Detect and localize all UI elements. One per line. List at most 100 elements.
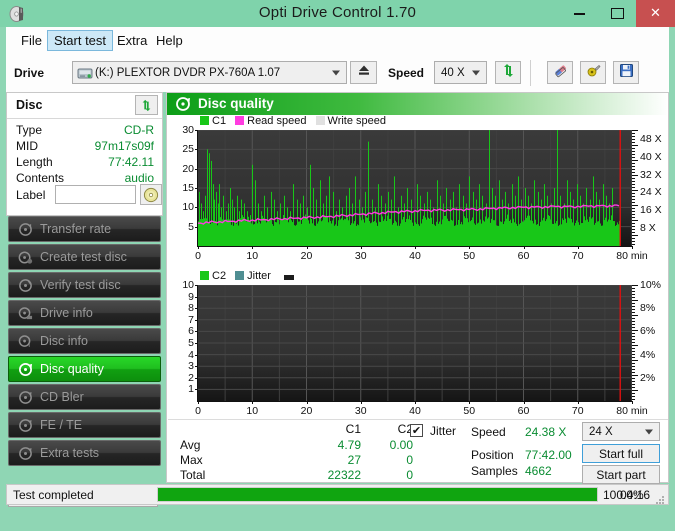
sidebar-item-disc-info[interactable]: i Disc info: [8, 328, 161, 354]
elapsed-time: 04:16: [619, 488, 650, 502]
disc-refresh-button[interactable]: [135, 95, 158, 115]
disc-label-input[interactable]: [55, 185, 136, 204]
close-button[interactable]: ✕: [636, 0, 675, 27]
sidebar-item-verify-test-disc[interactable]: Verify test disc: [8, 272, 161, 298]
start-part-button[interactable]: Start part: [582, 465, 660, 484]
chevron-down-icon: [645, 429, 653, 434]
c1-plot-area: [198, 130, 632, 246]
y-axis-tick-label: 10: [182, 201, 194, 214]
eraser-icon: [553, 63, 568, 83]
disc-quality-icon: [17, 361, 33, 377]
legend-label-write-speed: Write speed: [327, 115, 387, 127]
x-axis-tick-label: 80 min: [616, 405, 648, 417]
sidebar-item-label: Verify test disc: [40, 278, 121, 292]
jitter-checkbox[interactable]: ✔: [410, 424, 423, 437]
disc-quality-header: Disc quality: [167, 93, 668, 115]
status-bar: Test completed 100.0% 04:16: [6, 484, 669, 505]
y-axis-line: [197, 285, 198, 402]
sidebar-item-label: Transfer rate: [40, 222, 112, 236]
x-axis-tick-label: 60: [517, 405, 530, 417]
sidebar-item-cd-bler[interactable]: CD Bler: [8, 384, 161, 410]
stats-panel: C1 C2 Avg 4.79 0.00 Max 27 0 Total 22322…: [168, 419, 668, 484]
right-axis-tick-label: 10%: [640, 279, 662, 291]
menu-item-help[interactable]: Help: [149, 31, 190, 50]
disc-label-row: Label: [7, 183, 162, 209]
c2-plot-area: [198, 285, 632, 401]
sidebar-item-label: Disc quality: [40, 362, 104, 376]
minimize-button[interactable]: [560, 0, 598, 27]
drive-select[interactable]: (K:) PLEXTOR DVDR PX-760A 1.07: [72, 61, 347, 84]
c1-chart: C1 Read speed Write speed 5 10 15 20 25 30 0 10…: [167, 115, 668, 270]
resize-grip[interactable]: [655, 492, 665, 504]
sidebar-item-drive-info[interactable]: Drive info: [8, 300, 161, 326]
stats-row-avg-c1: 4.79: [337, 438, 361, 452]
y-axis-tick-label: 5: [188, 337, 194, 349]
disc-info-panel: Disc Type CD-R MID 97m17s09f Length 77:4…: [6, 92, 163, 216]
right-axis-tick-label: 8 X: [640, 222, 656, 235]
right-axis-tick-label: 2%: [640, 371, 656, 384]
erase-button[interactable]: [547, 61, 573, 84]
test-speed-select[interactable]: 24 X: [582, 422, 660, 441]
y-axis-tick-label: 8: [188, 302, 194, 315]
start-full-button[interactable]: Start full: [582, 444, 660, 463]
speed-stat-value: 24.38 X: [525, 425, 567, 439]
legend-label-read-speed: Read speed: [247, 115, 307, 127]
disc-panel-title: Disc: [16, 98, 43, 112]
menu-item-file[interactable]: File: [14, 31, 49, 50]
sidebar-item-fe-te[interactable]: FE / TE: [8, 412, 161, 438]
x-axis-tick-label: 20: [300, 250, 313, 262]
bitsetting-button[interactable]: [580, 61, 606, 84]
right-axis-tick-label: 40 X: [640, 150, 662, 163]
c2-chart-legend: C2 Jitter: [200, 270, 297, 282]
stats-row-max-label: Max: [180, 453, 203, 467]
legend-swatch-read-speed: [235, 116, 245, 125]
y-axis-tick-label: 6: [188, 325, 194, 338]
disc-quality-icon: [175, 96, 191, 112]
speed-select[interactable]: 40 X: [434, 61, 487, 84]
sidebar-item-extra-tests[interactable]: Extra tests: [8, 440, 161, 466]
disc-info-icon: i: [17, 333, 33, 349]
maximize-button[interactable]: [598, 0, 636, 27]
legend-label-c1: C1: [212, 115, 227, 127]
y-axis-tick-label: 15: [182, 182, 194, 194]
x-axis-tick-label: 70: [571, 405, 584, 417]
disc-row-key: Length: [16, 155, 53, 169]
disc-verify-icon: [17, 277, 33, 293]
x-axis-tick-label: 60: [517, 250, 530, 262]
sidebar-item-disc-quality[interactable]: Disc quality: [8, 356, 161, 382]
eject-button[interactable]: [350, 61, 377, 84]
disc-row-key: MID: [16, 139, 38, 153]
right-axis-ruler: [632, 285, 638, 401]
disc-label-read-button[interactable]: [140, 184, 162, 205]
refresh-button[interactable]: [495, 61, 521, 84]
disc-create-icon: [17, 249, 33, 265]
disc-row-value: CD-R: [124, 123, 154, 137]
samples-stat-value: 4662: [525, 464, 552, 478]
right-axis-ruler: [632, 130, 638, 246]
sidebar-item-label: CD Bler: [40, 390, 84, 404]
jitter-label: Jitter: [430, 424, 457, 438]
legend-swatch-extra: [284, 275, 295, 280]
sidebar-item-transfer-rate[interactable]: Transfer rate: [8, 216, 161, 242]
x-axis-tick-label: 40: [409, 250, 421, 262]
position-stat-value: 77:42.00: [525, 448, 572, 462]
stats-row-max-c1: 27: [347, 453, 361, 467]
legend-swatch-write-speed: [315, 116, 325, 125]
sidebar-item-create-test-disc[interactable]: Create test disc: [8, 244, 161, 270]
stats-row-max-c2: 0: [406, 453, 413, 467]
right-axis-tick-label: 24 X: [640, 186, 662, 199]
save-button[interactable]: [613, 61, 639, 84]
speed-label: Speed: [388, 66, 425, 80]
y-axis-tick-label: 3: [188, 360, 194, 373]
x-axis-tick-label: 0: [195, 405, 201, 417]
right-axis-tick-label: 8%: [640, 302, 656, 315]
disc-row-type: Type CD-R: [7, 123, 162, 139]
chevron-down-icon: [332, 70, 340, 75]
menu-item-start-test[interactable]: Start test: [47, 30, 114, 51]
drive-icon: [77, 65, 93, 84]
right-axis-tick-label: 6%: [640, 325, 656, 338]
disc-row-key: Type: [16, 123, 43, 137]
y-axis-tick-label: 5: [188, 220, 194, 233]
legend-swatch-c2: [200, 271, 209, 280]
menu-item-extra[interactable]: Extra: [110, 31, 154, 50]
